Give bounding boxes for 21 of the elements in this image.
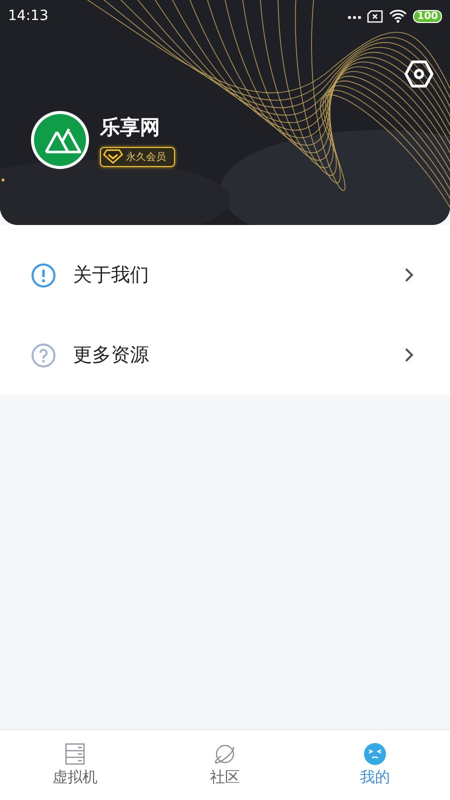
wifi-icon — [389, 9, 408, 23]
chevron-right-icon — [404, 347, 414, 363]
menu-item[interactable]: 关于我们 — [0, 235, 450, 315]
menu-label: 更多资源 — [73, 343, 150, 368]
nav-tab[interactable]: 社区 — [150, 730, 300, 800]
user-name: 乐享网 — [100, 114, 161, 140]
clock-time: 14:13 — [8, 8, 48, 24]
member-badge: 永久会员 — [100, 146, 175, 166]
no-sim-icon — [367, 10, 384, 22]
planet-icon — [213, 742, 237, 766]
menu-label: 关于我们 — [73, 263, 150, 288]
face-icon — [363, 742, 387, 766]
info-icon — [31, 262, 56, 288]
nav-tab[interactable]: 我的 — [300, 730, 450, 800]
help-icon — [31, 342, 56, 368]
logo-avatar-icon — [30, 110, 90, 170]
menu-item[interactable]: 更多资源 — [0, 315, 450, 395]
settings-icon[interactable] — [404, 60, 434, 88]
nav-tab[interactable]: 虚拟机 — [0, 730, 150, 800]
server-icon — [63, 742, 87, 766]
chevron-right-icon — [404, 267, 414, 283]
